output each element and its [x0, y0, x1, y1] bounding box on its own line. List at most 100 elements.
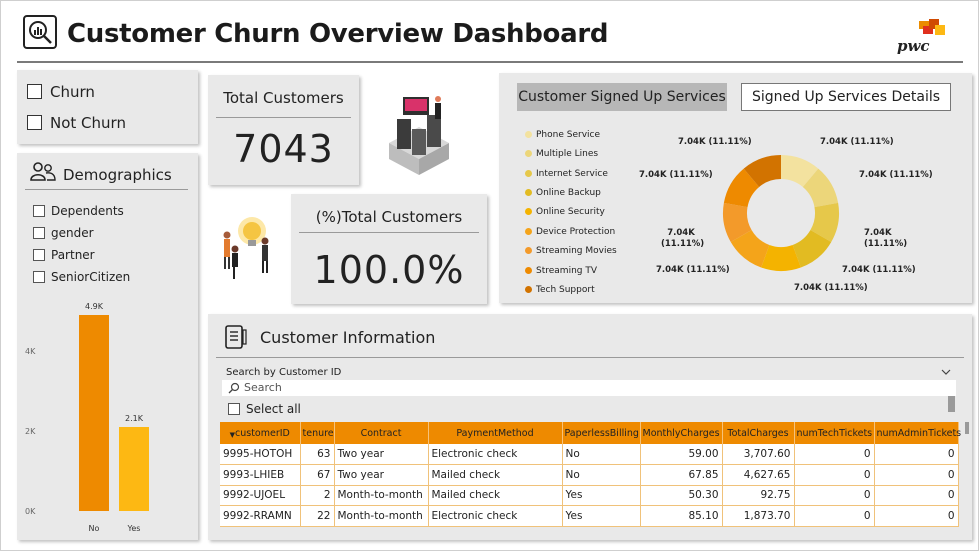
- bar-no[interactable]: [79, 315, 109, 511]
- cell: 50.30: [640, 485, 723, 506]
- divider: [216, 357, 964, 358]
- cell: 9992-RRAMN: [220, 505, 301, 527]
- pwc-logo-text: pwc: [897, 37, 930, 55]
- data-center-illustration: [389, 96, 449, 175]
- tab-signed-up-services-details[interactable]: Signed Up Services Details: [741, 83, 951, 111]
- search-input[interactable]: Search: [222, 380, 956, 396]
- column-header[interactable]: PaperlessBilling: [562, 422, 641, 444]
- cell: Month-to-month: [334, 505, 429, 527]
- checkbox[interactable]: [228, 402, 240, 415]
- legend-swatch: [525, 131, 532, 138]
- legend-swatch: [525, 286, 532, 293]
- divider: [216, 117, 351, 118]
- bar-data-label: 2.1K: [125, 414, 144, 423]
- demographics-option-partner[interactable]: Partner: [33, 247, 95, 262]
- dashboard-page: Customer Churn Overview Dashboard pwc Ch…: [0, 0, 979, 551]
- churn-filter-option[interactable]: Churn: [27, 82, 95, 101]
- table-header-row: ▼customerID tenure Contract PaymentMetho…: [220, 422, 961, 444]
- list-scrollbar[interactable]: [948, 396, 955, 412]
- donut-data-label: 7.04K (11.11%): [859, 170, 933, 180]
- search-icon: [228, 382, 240, 394]
- column-header[interactable]: TotalCharges: [722, 422, 795, 444]
- demographics-option-senior-citizen[interactable]: SeniorCitizen: [33, 269, 130, 284]
- legend-item[interactable]: Tech Support: [525, 285, 595, 295]
- bar-yes[interactable]: [119, 427, 149, 511]
- checkbox[interactable]: [27, 115, 42, 130]
- churn-bar-chart: 0K 2K 4K 4.9K 2.1K No Yes: [25, 303, 149, 533]
- legend-item[interactable]: Phone Service: [525, 130, 600, 140]
- tab-customer-signed-up-services[interactable]: Customer Signed Up Services: [517, 83, 727, 111]
- donut-data-label: 7.04K (11.11%): [661, 228, 705, 249]
- x-tick-label: Yes: [127, 524, 141, 533]
- demographics-title: Demographics: [63, 166, 172, 184]
- cell: 0: [794, 505, 875, 527]
- legend-swatch: [525, 208, 532, 215]
- cell: No: [562, 444, 641, 465]
- document-icon: [225, 325, 247, 349]
- legend-swatch: [525, 228, 532, 235]
- divider: [299, 232, 479, 233]
- cell: Month-to-month: [334, 485, 429, 506]
- column-header[interactable]: Contract: [334, 422, 429, 444]
- legend-item[interactable]: Online Backup: [525, 188, 601, 198]
- checkbox[interactable]: [33, 248, 45, 261]
- chevron-down-icon[interactable]: [941, 368, 951, 376]
- cell: 0: [874, 505, 959, 527]
- cell: 0: [874, 485, 959, 506]
- table-scrollbar[interactable]: [965, 422, 969, 434]
- users-icon: [30, 162, 56, 181]
- checkbox[interactable]: [33, 270, 45, 283]
- y-tick-label: 2K: [25, 427, 36, 436]
- cell: Electronic check: [428, 444, 563, 465]
- kpi-value: 7043: [233, 127, 334, 171]
- table-row[interactable]: 9992-UJOEL 2 Month-to-month Mailed check…: [220, 485, 959, 506]
- dashboard-logo-icon: [23, 15, 57, 49]
- demographics-option-gender[interactable]: gender: [33, 225, 94, 240]
- cell: 2: [300, 485, 335, 506]
- table-row[interactable]: 9993-LHIEB 67 Two year Mailed check No 6…: [220, 464, 959, 486]
- bar-data-label: 4.9K: [85, 303, 104, 311]
- services-panel: Customer Signed Up Services Signed Up Se…: [499, 73, 972, 303]
- y-tick-label: 0K: [25, 507, 36, 516]
- legend-item[interactable]: Online Security: [525, 207, 605, 217]
- cell: Yes: [562, 505, 641, 527]
- cell: 9995-HOTOH: [220, 444, 301, 465]
- legend-item[interactable]: Multiple Lines: [525, 149, 598, 159]
- page-title: Customer Churn Overview Dashboard: [67, 19, 609, 49]
- cell: 0: [874, 444, 959, 465]
- kpi-label: (%)Total Customers: [315, 208, 463, 226]
- cell: Electronic check: [428, 505, 563, 527]
- checkbox[interactable]: [27, 84, 42, 99]
- legend-item[interactable]: Streaming TV: [525, 266, 597, 276]
- donut-data-label: 7.04K (11.11%): [678, 137, 752, 147]
- column-header[interactable]: ▼customerID: [220, 422, 301, 444]
- select-all-option[interactable]: Select all: [228, 401, 301, 416]
- pwc-logo: pwc: [893, 17, 947, 57]
- demographics-panel: Demographics Dependents gender Partner S…: [17, 153, 198, 540]
- legend-swatch: [525, 150, 532, 157]
- column-header[interactable]: numAdminTickets: [874, 422, 961, 444]
- cell: 67: [300, 464, 335, 486]
- column-header[interactable]: numTechTickets: [794, 422, 875, 444]
- demographics-option-dependents[interactable]: Dependents: [33, 203, 124, 218]
- checkbox[interactable]: [33, 204, 45, 217]
- legend-item[interactable]: Streaming Movies: [525, 246, 617, 256]
- cell: No: [562, 464, 641, 486]
- cell: 3,707.60: [722, 444, 795, 465]
- column-header[interactable]: PaymentMethod: [428, 422, 563, 444]
- table-row[interactable]: 9992-RRAMN 22 Month-to-month Electronic …: [220, 505, 959, 527]
- table-row[interactable]: 9995-HOTOH 63 Two year Electronic check …: [220, 444, 959, 465]
- cell: 9992-UJOEL: [220, 485, 301, 506]
- cell: Mailed check: [428, 464, 563, 486]
- legend-item[interactable]: Device Protection: [525, 227, 615, 237]
- churn-filter-panel: Churn Not Churn: [17, 70, 198, 144]
- donut-data-label: 7.04K (11.11%): [820, 137, 894, 147]
- not-churn-filter-option[interactable]: Not Churn: [27, 113, 126, 132]
- checkbox[interactable]: [33, 226, 45, 239]
- column-header[interactable]: MonthlyCharges: [640, 422, 723, 444]
- legend-item[interactable]: Internet Service: [525, 169, 608, 179]
- column-header[interactable]: tenure: [300, 422, 335, 444]
- total-customers-card: Total Customers 7043: [208, 75, 359, 185]
- cell: 0: [874, 464, 959, 486]
- donut-data-label: 7.04K (11.11%): [794, 283, 868, 293]
